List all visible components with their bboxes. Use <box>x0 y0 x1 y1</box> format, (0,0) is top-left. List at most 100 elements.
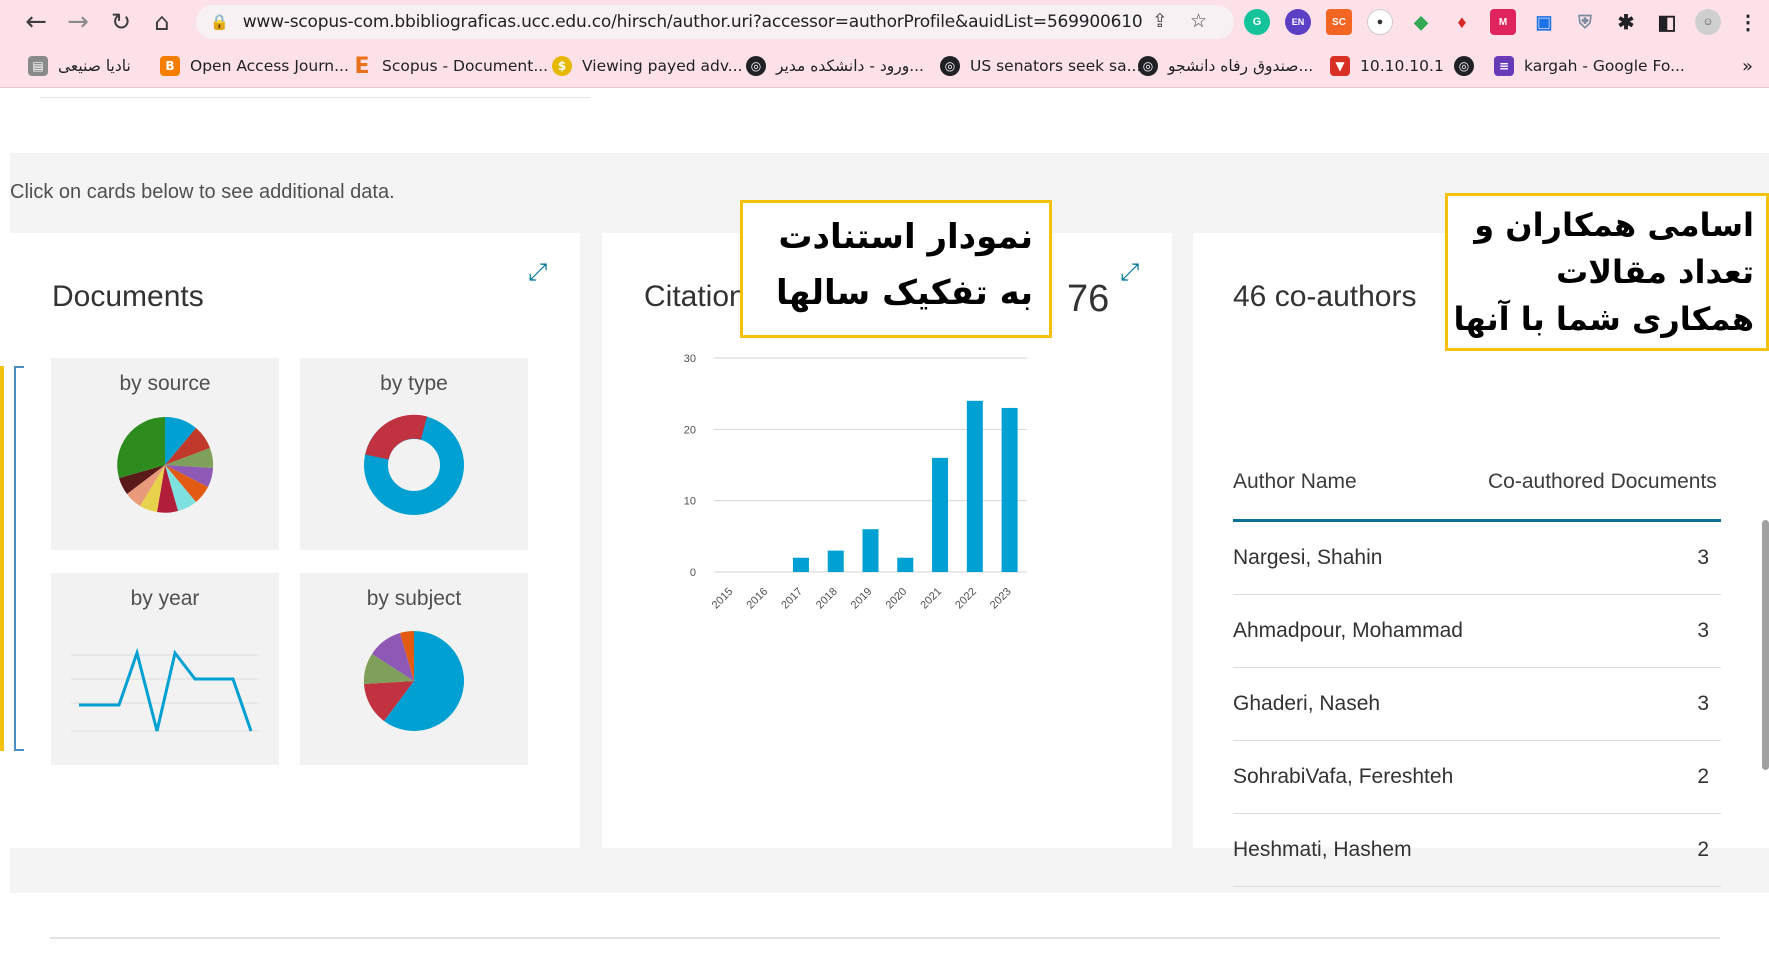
coauthor-name[interactable]: Ghaderi, Naseh <box>1233 692 1380 716</box>
x-tick-label: 2018 <box>814 586 840 612</box>
bookmark-item[interactable]: E Scopus - Document... <box>352 53 548 79</box>
x-tick-label: 2021 <box>918 586 944 612</box>
bookmark-item[interactable]: B Open Access Journ... <box>160 54 349 78</box>
year-line-chart <box>71 647 259 732</box>
address-bar[interactable]: 🔒 www-scopus-com.bbibliograficas.ucc.edu… <box>196 5 1234 39</box>
coauthors-annotation: اسامی همکاران و تعداد مقالات همکاری شما … <box>1445 193 1769 351</box>
coauthor-name[interactable]: Heshmati, Hashem <box>1233 838 1412 862</box>
bookmark-item[interactable]: ≡ kargah - Google Fo... <box>1494 54 1685 78</box>
coauthor-name[interactable]: SohrabiVafa, Fereshteh <box>1233 765 1453 789</box>
table-row[interactable]: Ahmadpour, Mohammad 3 <box>1233 595 1721 668</box>
translate-en-icon[interactable]: EN <box>1285 9 1311 35</box>
expand-icon[interactable]: ⤢ <box>528 258 547 286</box>
grammarly-icon[interactable]: G <box>1244 9 1270 35</box>
cards-hint-text: Click on cards below to see additional d… <box>10 181 395 203</box>
bookmark-item[interactable]: ◎ ورود - دانشکده مدیر... <box>746 54 924 78</box>
forward-icon[interactable]: → <box>58 2 98 42</box>
globe-icon: ◎ <box>746 56 766 76</box>
divider <box>40 88 590 98</box>
citation-bar <box>792 557 809 572</box>
screen-capture-icon[interactable]: ▣ <box>1531 9 1557 35</box>
citations-annotation: نمودار استنادت به تفکیک سالها <box>740 200 1052 338</box>
citation-bar <box>827 550 844 572</box>
citations-bar-chart: 0 10 20 30 2015 2016 2017 2018 2019 2020 2021 2022 2… <box>684 353 1027 612</box>
location-pin-icon[interactable]: ● <box>1367 9 1393 35</box>
column-header-author[interactable]: Author Name <box>1233 470 1357 494</box>
extensions-puzzle-icon[interactable]: ✱ <box>1613 9 1639 35</box>
x-tick-label: 2016 <box>744 586 770 612</box>
bookmark-item[interactable]: ◎ US senators seek sa... <box>940 54 1141 78</box>
bookmark-item[interactable]: $ Viewing payed adv... <box>552 54 743 78</box>
coauthored-count: 2 <box>1697 765 1709 788</box>
mendeley-icon[interactable]: M <box>1490 9 1516 35</box>
share-icon[interactable]: ⇪ <box>1152 10 1168 32</box>
maps-pin-icon[interactable]: ◆ <box>1408 9 1434 35</box>
coauthor-name[interactable]: Ahmadpour, Mohammad <box>1233 619 1463 643</box>
table-row[interactable]: Heshmati, Hashem 2 <box>1233 814 1721 887</box>
side-panel-icon[interactable]: ◧ <box>1654 9 1680 35</box>
type-donut-chart <box>364 414 464 515</box>
x-tick-label: 2019 <box>849 586 875 612</box>
bookmark-star-icon[interactable]: ☆ <box>1190 10 1207 32</box>
y-tick-label: 10 <box>684 496 696 508</box>
bookmarks-bar: ▤ نادیا صنیعی B Open Access Journ... E S… <box>0 44 1769 88</box>
citation-bar <box>1001 407 1018 572</box>
lock-icon: 🔒 <box>210 13 229 31</box>
annotation-line: نمودار استنادت <box>778 217 1033 257</box>
menu-kebab-icon[interactable]: ⋮ <box>1735 9 1761 35</box>
card-title: Citation <box>644 280 746 313</box>
divider <box>50 937 1720 939</box>
y-tick-label: 0 <box>690 567 696 579</box>
reload-icon[interactable]: ↻ <box>101 2 141 42</box>
expand-icon[interactable]: ⤢ <box>1120 258 1139 286</box>
y-tick-label: 30 <box>684 353 696 365</box>
x-tick-label: 2017 <box>779 586 805 612</box>
by-year-tile[interactable]: by year <box>51 573 279 765</box>
scrollbar-thumb[interactable] <box>1762 520 1769 770</box>
coauthored-count: 3 <box>1697 692 1709 715</box>
home-icon[interactable]: ⌂ <box>142 2 182 42</box>
coauthored-count: 3 <box>1697 619 1709 642</box>
globe-icon: ◎ <box>1454 56 1474 76</box>
bookmark-item[interactable]: ▼ 10.10.10.1 <box>1330 54 1444 78</box>
annotation-line: همکاری شما با آنها <box>1453 300 1754 338</box>
y-tick-label: 20 <box>684 424 696 436</box>
page-content: Click on cards below to see additional d… <box>0 88 1769 957</box>
x-tick-label: 2022 <box>953 586 979 612</box>
globe-icon: ◎ <box>1138 56 1158 76</box>
x-tick-label: 2023 <box>988 586 1014 612</box>
by-subject-tile[interactable]: by subject <box>300 573 528 765</box>
bookmark-item[interactable]: ▤ نادیا صنیعی <box>28 54 131 78</box>
x-tick-label: 2015 <box>710 586 736 612</box>
forms-icon: ≡ <box>1494 56 1514 76</box>
url-text[interactable]: www-scopus-com.bbibliograficas.ucc.edu.c… <box>243 12 1143 32</box>
coauthored-count: 2 <box>1697 838 1709 861</box>
subject-pie-chart <box>363 631 464 731</box>
table-row[interactable]: Ghaderi, Naseh 3 <box>1233 668 1721 741</box>
bookmark-item[interactable]: ◎ صندوق رفاه دانشجو... <box>1138 54 1313 78</box>
citation-bar <box>966 400 983 572</box>
shield-extension-icon[interactable]: ⛨ <box>1572 9 1598 35</box>
back-icon[interactable]: ← <box>16 2 56 42</box>
documents-card[interactable]: Documents ⤢ by source by type by year by… <box>10 233 580 848</box>
card-title: Documents <box>52 280 204 313</box>
table-row[interactable]: SohrabiVafa, Fereshteh 2 <box>1233 741 1721 814</box>
elsevier-icon: E <box>354 53 370 79</box>
profile-avatar-icon[interactable]: ☺ <box>1695 9 1721 35</box>
citations-count: 76 <box>1067 278 1110 320</box>
coauthored-count: 3 <box>1697 546 1709 569</box>
annotation-line: تعداد مقالات <box>1556 253 1754 291</box>
bookmarks-overflow-button[interactable]: » <box>1742 54 1753 78</box>
column-header-documents[interactable]: Co-authored Documents <box>1488 470 1717 494</box>
scholar-sc-icon[interactable]: SC <box>1326 9 1352 35</box>
by-source-tile[interactable]: by source <box>51 358 279 550</box>
x-tick-label: 2020 <box>884 586 910 612</box>
bookmark-item[interactable]: ◎ <box>1454 54 1484 78</box>
by-type-tile[interactable]: by type <box>300 358 528 550</box>
coauthor-name[interactable]: Nargesi, Shahin <box>1233 546 1382 570</box>
browser-toolbar: ← → ↻ ⌂ 🔒 www-scopus-com.bbibliograficas… <box>0 0 1769 44</box>
globe-icon: ◎ <box>940 56 960 76</box>
red-pin-icon[interactable]: ♦ <box>1449 9 1475 35</box>
annotation-edge <box>0 366 4 751</box>
table-row[interactable]: Nargesi, Shahin 3 <box>1233 522 1721 595</box>
